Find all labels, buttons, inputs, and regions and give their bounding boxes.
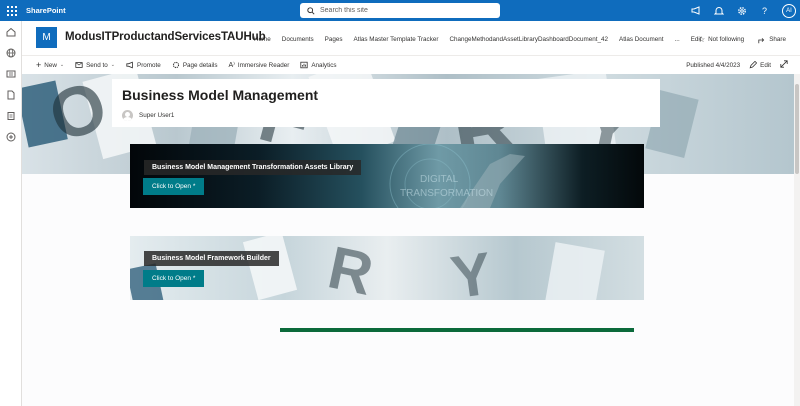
plus-icon: + [36,60,42,70]
immersive-reader-button[interactable]: A⁾ Immersive Reader [228,61,290,70]
new-button[interactable]: + New ⌄ [36,60,64,70]
megaphone-icon[interactable] [690,5,701,16]
page-details-button[interactable]: Page details [172,61,218,69]
vertical-scrollbar[interactable] [794,74,800,406]
banner-title: Business Model Framework Builder [144,251,279,266]
next-section-banner [280,328,634,332]
nav-item-atlas-master-template-tracker[interactable]: Atlas Master Template Tracker [354,36,439,43]
news-icon[interactable] [0,63,22,84]
banner-transformation-assets: DIGITAL TRANSFORMATION Business Model Ma… [130,144,644,208]
send-icon [75,62,83,68]
search-input[interactable] [320,7,490,14]
send-to-label: Send to [86,61,108,69]
promote-button[interactable]: Promote [126,61,161,69]
settings-icon[interactable] [736,5,747,16]
chevron-down-icon: ⌄ [59,62,65,68]
analytics-icon [300,61,308,69]
share-label: Share [769,36,786,43]
file-icon[interactable] [0,84,22,105]
click-to-open-button[interactable]: Click to Open * [143,178,205,195]
nav-item-pages[interactable]: Pages [325,36,343,43]
follow-label: Not following [708,36,745,43]
site-logo[interactable]: M [36,27,57,48]
immersive-reader-icon: A⁾ [228,62,235,69]
create-icon[interactable] [0,126,22,147]
page-details-label: Page details [182,61,218,69]
command-bar: + New ⌄ Send to ⌄ Promote Page details A… [22,55,800,74]
promote-label: Promote [137,61,161,69]
expand-icon[interactable] [780,60,788,70]
suite-bar: SharePoint ? AI [0,0,800,21]
nav-item-change-method-dashboard[interactable]: ChangeMethodandAssetLibraryDashboardDocu… [449,36,608,43]
search-box[interactable] [300,3,500,18]
author-name[interactable]: Super User1 [139,112,174,119]
svg-text:TRANSFORMATION: TRANSFORMATION [400,188,493,199]
chevron-down-icon: ⌄ [110,62,115,68]
notification-icon[interactable] [713,5,724,16]
send-to-button[interactable]: Send to ⌄ [75,61,115,69]
page-author: Super User1 [122,110,174,121]
megaphone-icon [126,61,133,69]
page-title-card: Business Model Management [112,79,660,127]
person-icon [122,110,133,121]
follow-button[interactable]: ☆ Not following [698,35,744,44]
pencil-icon [749,61,758,69]
site-title[interactable]: ModusITProductandServicesTAUHub [65,31,266,43]
svg-text:DIGITAL: DIGITAL [420,174,459,185]
site-navigation: Home Documents Pages Atlas Master Templa… [254,36,702,43]
nav-item-atlas-document[interactable]: Atlas Document [619,36,663,43]
edit-button[interactable]: Edit [749,61,771,69]
share-button[interactable]: Share [758,36,786,44]
analytics-button[interactable]: Analytics [300,61,337,69]
click-to-open-button[interactable]: Click to Open * [143,270,205,287]
banner-framework-builder: R Y Business Model Framework Builder Cli… [130,236,644,300]
edit-label: Edit [760,61,771,69]
nav-item-documents[interactable]: Documents [282,36,314,43]
site-header: M ModusITProductandServicesTAUHub Home D… [22,21,800,55]
nav-item-home[interactable]: Home [254,36,271,43]
analytics-label: Analytics [311,61,337,69]
share-icon [758,37,765,43]
new-label: New [44,61,57,69]
user-avatar[interactable]: AI [782,3,796,18]
globe-icon[interactable] [0,42,22,63]
page-title: Business Model Management [122,87,319,103]
list-icon[interactable] [0,105,22,126]
banner-title: Business Model Management Transformation… [144,160,362,175]
app-launcher-icon[interactable] [0,0,24,21]
help-icon[interactable]: ? [759,5,770,16]
scrollbar-thumb[interactable] [795,84,799,174]
nav-overflow-button[interactable]: ... [674,36,679,43]
home-icon[interactable] [0,21,22,42]
star-icon: ☆ [697,35,706,44]
app-bar [0,21,22,406]
gear-icon [172,61,179,69]
search-icon [307,6,315,15]
brand-name[interactable]: SharePoint [26,6,66,15]
svg-text:R: R [323,236,379,300]
published-status: Published 4/4/2023 [686,61,741,69]
svg-text:Y: Y [447,239,496,300]
immersive-reader-label: Immersive Reader [237,61,290,69]
